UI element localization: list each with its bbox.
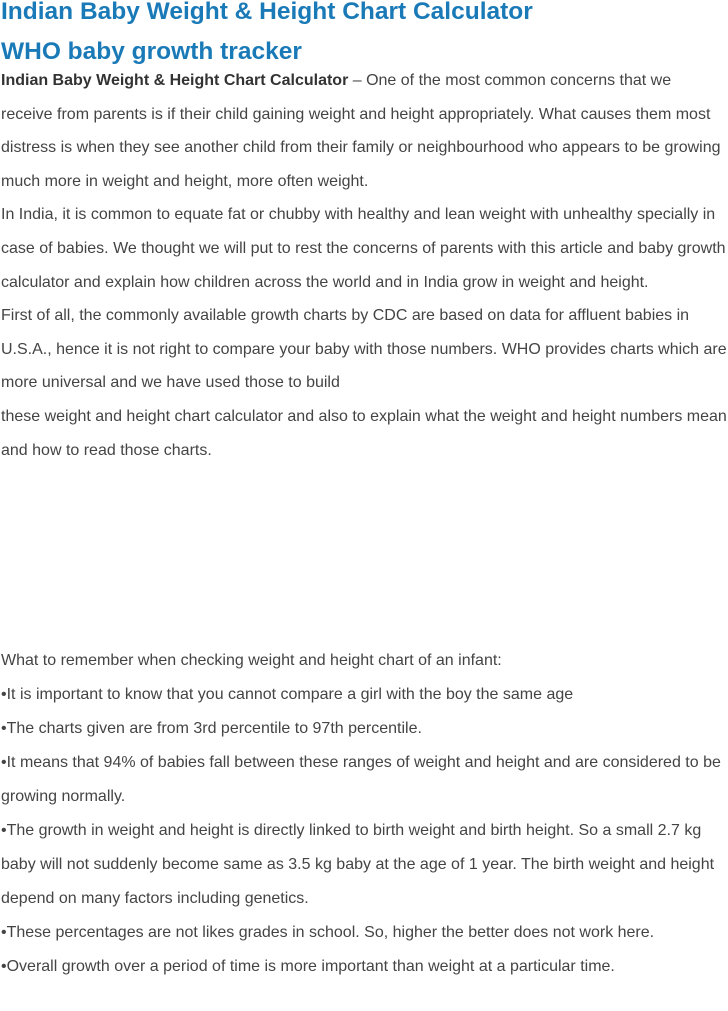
list-item: •These percentages are not likes grades … (1, 916, 727, 950)
page-title: Indian Baby Weight & Height Chart Calcul… (1, 0, 533, 25)
list-item: •The charts given are from 3rd percentil… (1, 712, 727, 746)
list-item: •It means that 94% of babies fall betwee… (1, 746, 727, 814)
intro-paragraph-1-text: – One of the most common concerns that w… (1, 72, 721, 190)
list-item-text: The growth in weight and height is direc… (1, 822, 715, 907)
list-item-text: The charts given are from 3rd percentile… (6, 720, 422, 737)
intro-paragraph-3: First of all, the commonly available gro… (1, 299, 727, 467)
intro-paragraph-3-text-b: these weight and height chart calculator… (1, 407, 727, 459)
list-item-text: Overall growth over a period of time is … (6, 958, 615, 975)
remember-section: What to remember when checking weight an… (1, 644, 727, 984)
remember-heading: What to remember when checking weight an… (1, 652, 502, 669)
page-subtitle: WHO baby growth tracker (1, 38, 302, 65)
list-item: •Overall growth over a period of time is… (1, 950, 727, 984)
intro-paragraph-3-text-a: First of all, the commonly available gro… (1, 307, 727, 392)
list-item: •It is important to know that you cannot… (1, 678, 727, 712)
intro-lead: Indian Baby Weight & Height Chart Calcul… (1, 72, 349, 89)
list-item-text: These percentages are not likes grades i… (6, 924, 655, 941)
list-item: •The growth in weight and height is dire… (1, 814, 727, 916)
intro-paragraph-2: In India, it is common to equate fat or … (1, 206, 726, 291)
remember-list: •It is important to know that you cannot… (1, 678, 727, 984)
list-item-text: It is important to know that you cannot … (6, 686, 574, 703)
intro-section: Indian Baby Weight & Height Chart Calcul… (1, 64, 727, 467)
document-page: Indian Baby Weight & Height Chart Calcul… (0, 0, 728, 1011)
intro-paragraph-1: Indian Baby Weight & Height Chart Calcul… (1, 64, 727, 198)
list-item-text: It means that 94% of babies fall between… (1, 754, 721, 805)
